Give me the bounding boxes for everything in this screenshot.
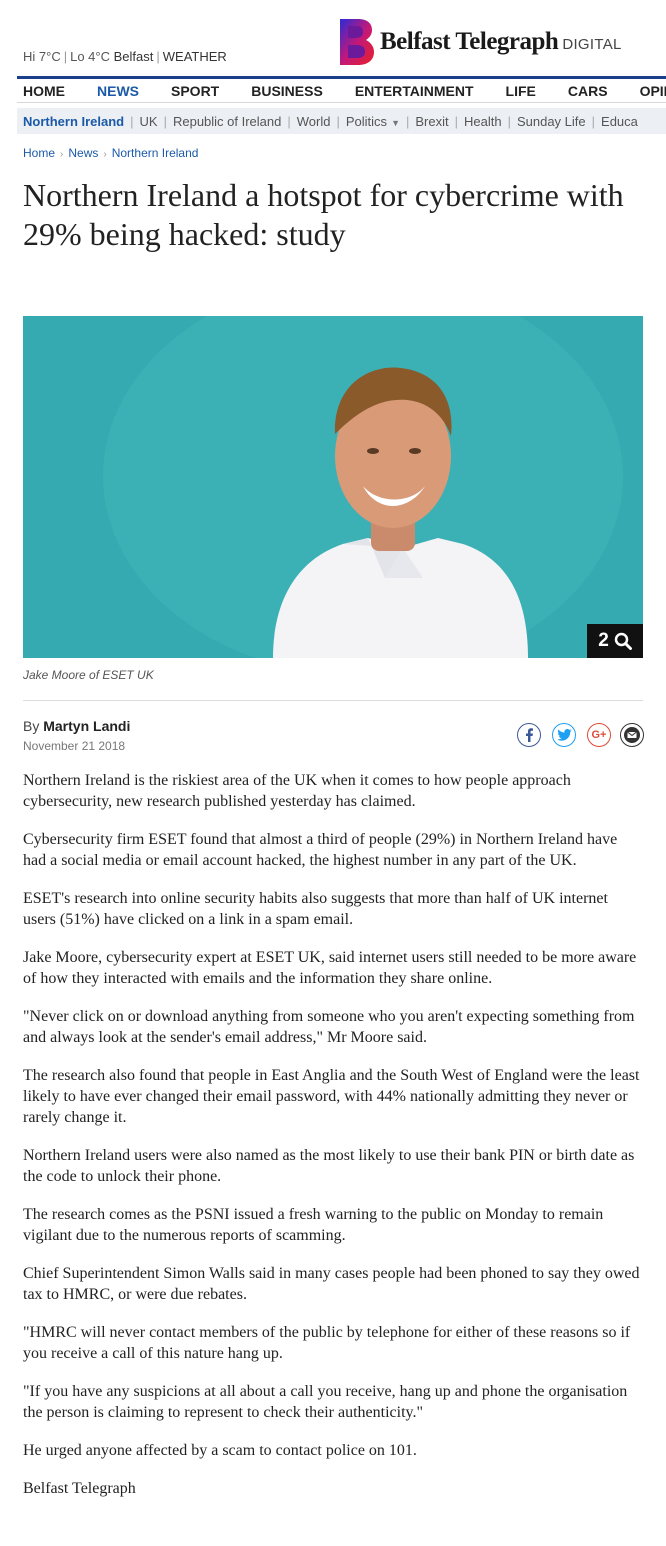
- nav-item-home[interactable]: HOME: [17, 83, 65, 99]
- article-body: Northern Ireland is the riskiest area of…: [23, 770, 643, 1516]
- nav-item-news[interactable]: NEWS: [91, 83, 139, 99]
- section-nav-item[interactable]: UK: [134, 114, 164, 129]
- section-nav-item[interactable]: Politics ▼: [340, 114, 406, 129]
- section-nav-label: Northern Ireland: [23, 113, 125, 129]
- section-nav-label: Politics: [345, 113, 388, 129]
- gallery-count: 2: [598, 630, 609, 651]
- breadcrumb-link[interactable]: News: [68, 146, 98, 160]
- google-plus-icon: G+: [591, 729, 607, 741]
- share-twitter-button[interactable]: [552, 723, 576, 747]
- email-icon: [624, 727, 640, 743]
- section-nav-item[interactable]: Health: [458, 114, 508, 129]
- main-nav: HOME NEWS SPORT BUSINESS ENTERTAINMENT LIFE CA…: [17, 76, 666, 103]
- article-paragraph: He urged anyone affected by a scam to co…: [23, 1442, 417, 1459]
- nav-item-sport[interactable]: SPORT: [165, 83, 219, 99]
- image-caption: Jake Moore of ESET UK: [23, 668, 154, 682]
- breadcrumb-link[interactable]: Home: [23, 146, 55, 160]
- nav-item-entertainment[interactable]: ENTERTAINMENT: [349, 83, 474, 99]
- article-paragraph: Chief Superintendent Simon Walls said in…: [23, 1265, 640, 1303]
- nav-item-opinion[interactable]: OPINION: [634, 83, 666, 99]
- section-nav-label: Republic of Ireland: [172, 113, 282, 129]
- article-headline: Northern Ireland a hotspot for cybercrim…: [23, 177, 624, 252]
- section-nav-item[interactable]: Educa: [595, 114, 644, 129]
- publish-date: November 21 2018: [23, 739, 126, 753]
- article-paragraph: The research comes as the PSNI issued a …: [23, 1206, 604, 1244]
- site-logo[interactable]: Belfast Telegraph DIGITAL: [338, 18, 622, 66]
- section-nav-item[interactable]: Sunday Life: [511, 114, 592, 129]
- hero-image[interactable]: 2: [23, 316, 643, 658]
- weather-widget[interactable]: Hi 7°C | Lo 4°C Belfast | WEATHER: [23, 49, 227, 64]
- section-nav-label: Health: [464, 113, 502, 129]
- article-paragraph: Belfast Telegraph: [23, 1480, 136, 1497]
- nav-item-business[interactable]: BUSINESS: [245, 83, 323, 99]
- section-nav-item[interactable]: World: [291, 114, 337, 129]
- facebook-icon: [526, 728, 533, 742]
- gallery-badge[interactable]: 2: [587, 624, 643, 658]
- nav-item-life[interactable]: LIFE: [500, 83, 536, 99]
- section-nav-label: Brexit: [415, 113, 449, 129]
- byline: By Martyn Landi: [23, 718, 130, 734]
- weather-link[interactable]: WEATHER: [163, 49, 227, 64]
- share-google-plus-button[interactable]: G+: [587, 723, 611, 747]
- article-paragraph: "HMRC will never contact members of the …: [23, 1324, 631, 1362]
- share-facebook-button[interactable]: [517, 723, 541, 747]
- weather-city: Belfast: [113, 49, 154, 64]
- twitter-icon: [556, 729, 572, 741]
- article-paragraph: Jake Moore, cybersecurity expert at ESET…: [23, 949, 637, 987]
- article-paragraph: ESET's research into online security hab…: [23, 890, 608, 928]
- section-nav-label: Educa: [601, 113, 638, 129]
- section-nav-item[interactable]: Republic of Ireland: [167, 114, 287, 129]
- portrait-photo: [23, 316, 643, 658]
- section-nav: Northern Ireland | UK | Republic of Ireland |…: [17, 108, 666, 134]
- section-nav-label: World: [296, 113, 331, 129]
- weather-lo: Lo 4°C: [70, 49, 110, 64]
- article-paragraph: Northern Ireland users were also named a…: [23, 1147, 635, 1185]
- article-paragraph: Northern Ireland is the riskiest area of…: [23, 772, 571, 810]
- byline-prefix: By: [23, 718, 40, 734]
- chevron-right-icon: ›: [103, 149, 107, 160]
- breadcrumb-link[interactable]: Northern Ireland: [112, 146, 199, 160]
- section-nav-label: UK: [139, 113, 158, 129]
- article-paragraph: Cybersecurity firm ESET found that almos…: [23, 831, 618, 869]
- chevron-down-icon: ▼: [391, 117, 400, 128]
- article-paragraph: The research also found that people in E…: [23, 1067, 640, 1126]
- share-email-button[interactable]: [620, 723, 644, 747]
- logo-b-icon: [340, 19, 374, 65]
- breadcrumb: Home › News › Northern Ireland: [23, 146, 198, 160]
- nav-item-cars[interactable]: CARS: [562, 83, 608, 99]
- weather-hi: Hi 7°C: [23, 49, 61, 64]
- author-link[interactable]: Martyn Landi: [43, 718, 130, 734]
- section-nav-label: Sunday Life: [516, 113, 586, 129]
- section-nav-item[interactable]: Northern Ireland: [17, 114, 130, 129]
- search-icon: [614, 632, 632, 650]
- article-paragraph: "Never click on or download anything fro…: [23, 1008, 635, 1046]
- brand-sub: DIGITAL: [562, 35, 622, 53]
- article-paragraph: "If you have any suspicions at all about…: [23, 1383, 628, 1421]
- divider: [23, 700, 643, 701]
- section-nav-item[interactable]: Brexit: [409, 114, 454, 129]
- chevron-right-icon: ›: [60, 149, 64, 160]
- brand-name: Belfast Telegraph: [380, 28, 559, 55]
- masthead: Hi 7°C | Lo 4°C Belfast | WEATHER Belfast Te…: [0, 0, 666, 76]
